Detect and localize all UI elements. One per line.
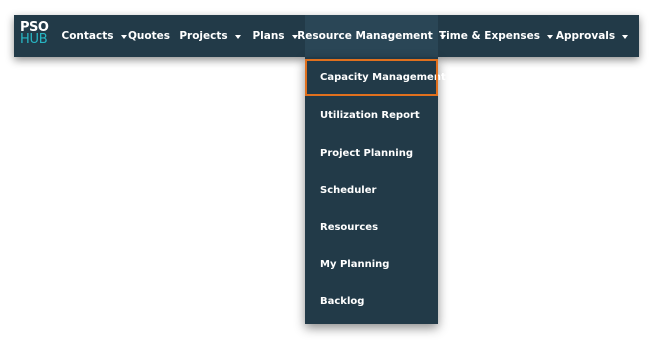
logo-text-bottom: HUB [20,32,48,47]
caret-down-icon [120,34,127,39]
nav-item-contacts[interactable]: Contacts [59,15,129,57]
dropdown-item-scheduler[interactable]: Scheduler [305,172,438,209]
dropdown-item-resources[interactable]: Resources [305,209,438,246]
pso-hub-logo[interactable]: PSO HUB [20,21,50,53]
nav-item-label: Projects [179,30,228,42]
caret-down-icon [547,34,553,39]
nav-item-label: Approvals [555,30,616,42]
dropdown-item-utilization-report[interactable]: Utilization Report [305,97,438,134]
caret-down-icon [622,34,629,39]
nav-item-label: Contacts [61,30,114,42]
nav-item-time-expenses[interactable]: Time & Expenses [439,15,553,57]
nav-item-label: Quotes [128,30,171,42]
caret-down-icon [234,34,241,39]
resource-management-dropdown: Capacity Management Utilization Report P… [305,57,446,324]
nav-item-approvals[interactable]: Approvals [555,15,629,57]
nav-item-resource-management[interactable]: Resource Management [297,15,446,57]
nav-item-label: Plans [252,30,285,42]
top-navbar: PSO HUB Contacts Quotes Projects Plans R… [14,15,639,57]
nav-item-projects[interactable]: Projects [179,15,241,57]
dropdown-item-project-planning[interactable]: Project Planning [305,135,438,172]
nav-item-plans[interactable]: Plans [252,15,298,57]
dropdown-item-my-planning[interactable]: My Planning [305,246,438,283]
dropdown-item-backlog[interactable]: Backlog [305,283,438,320]
nav-item-quotes[interactable]: Quotes [128,15,171,57]
nav-item-label: Time & Expenses [439,30,540,42]
nav-item-label: Resource Management [297,30,433,42]
dropdown-item-capacity-management[interactable]: Capacity Management [305,59,446,96]
